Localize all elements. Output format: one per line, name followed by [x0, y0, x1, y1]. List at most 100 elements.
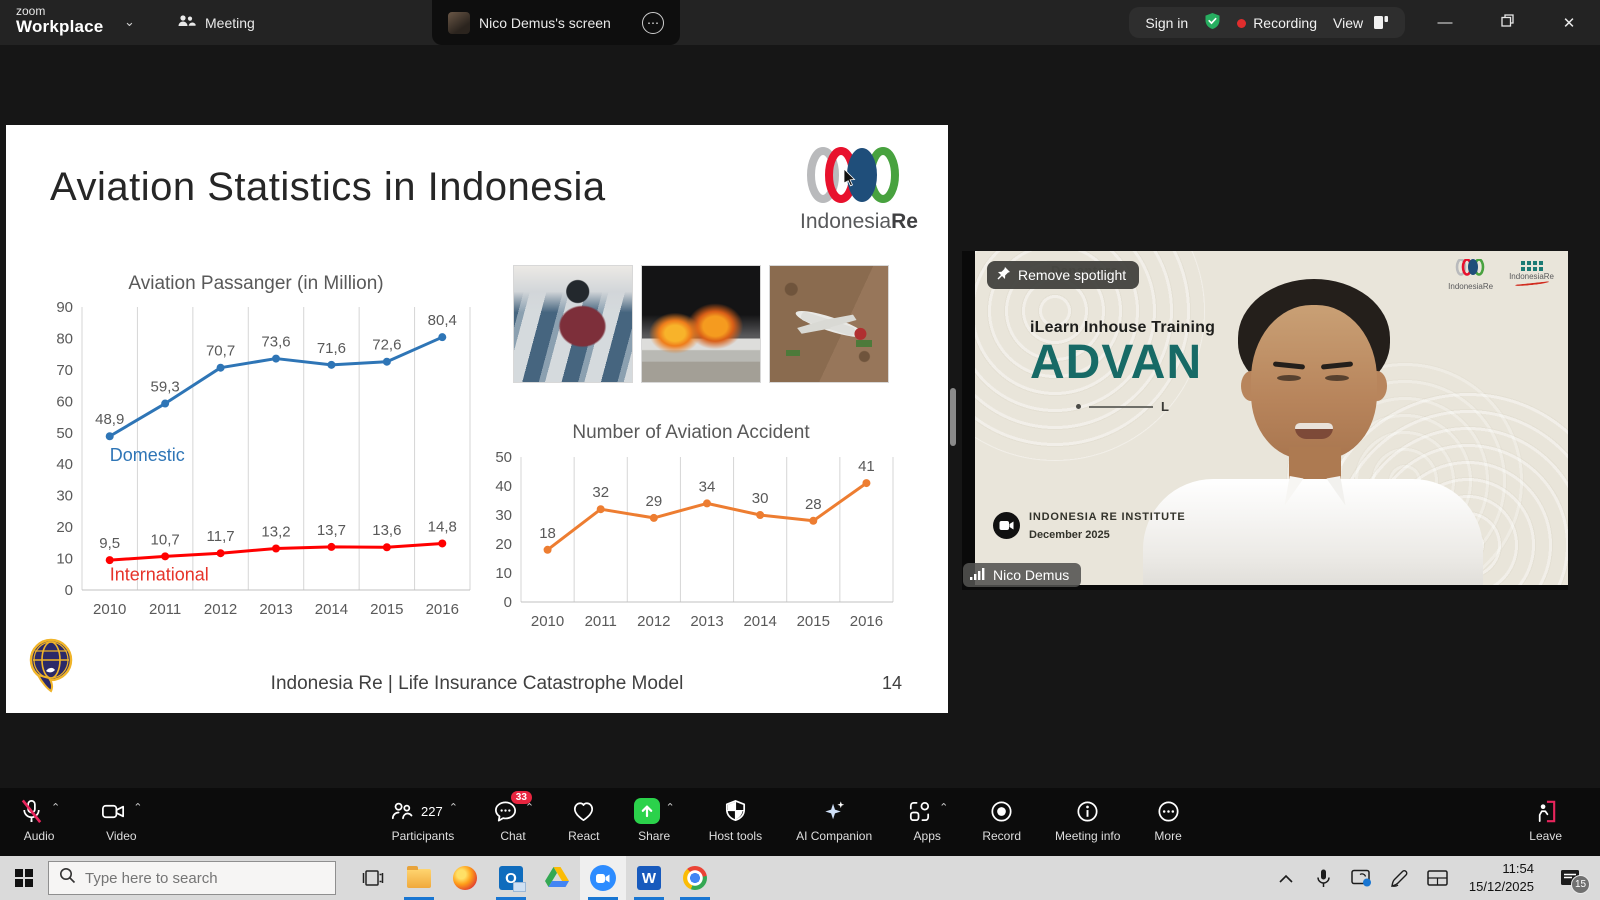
tray-screenshare-icon[interactable] — [1345, 856, 1379, 900]
chat-chevron-icon[interactable]: ⌃ — [525, 801, 534, 814]
window-controls: — ✕ — [1414, 0, 1600, 45]
participant-name: Nico Demus — [993, 567, 1069, 583]
taskbar-word[interactable]: W — [626, 856, 672, 900]
participants-button[interactable]: 227 ⌃ Participants — [388, 796, 458, 843]
chat-button[interactable]: 33 ⌃ Chat — [492, 796, 534, 843]
remove-spotlight-button[interactable]: Remove spotlight — [987, 261, 1139, 289]
scrollbar-handle[interactable] — [950, 388, 956, 446]
dots-grid-icon — [1521, 261, 1543, 271]
svg-text:30: 30 — [495, 507, 512, 524]
svg-text:50: 50 — [56, 425, 73, 442]
participants-chevron-icon[interactable]: ⌃ — [449, 801, 458, 814]
svg-text:71,6: 71,6 — [317, 340, 346, 357]
notification-center-button[interactable]: 15 — [1548, 856, 1592, 900]
sign-in-link[interactable]: Sign in — [1145, 15, 1188, 31]
participants-count: 227 — [421, 804, 443, 819]
svg-text:59,3: 59,3 — [151, 379, 180, 396]
svg-text:40: 40 — [495, 478, 512, 495]
record-button[interactable]: Record — [982, 796, 1021, 843]
tray-microphone-icon[interactable] — [1307, 856, 1341, 900]
firefox-icon — [453, 866, 477, 890]
workspace-dropdown-chevron-icon[interactable]: ⌄ — [124, 14, 135, 30]
close-button[interactable]: ✕ — [1538, 0, 1600, 45]
svg-text:2014: 2014 — [315, 601, 348, 618]
ai-companion-label: AI Companion — [796, 829, 872, 843]
institute-caption: INDONESIA RE INSTITUTE December 2025 — [993, 507, 1186, 543]
view-button[interactable]: View — [1333, 15, 1389, 31]
svg-text:30: 30 — [56, 488, 73, 505]
svg-text:70: 70 — [56, 362, 73, 379]
tab-shared-screen[interactable]: Nico Demus's screen ⋯ — [432, 0, 680, 45]
security-shield-icon[interactable] — [1204, 12, 1221, 33]
taskbar-chrome[interactable] — [672, 856, 718, 900]
tray-touch-keyboard-icon[interactable] — [1421, 856, 1455, 900]
passenger-chart-title: Aviation Passanger (in Million) — [36, 273, 476, 295]
apps-button[interactable]: ⌃ Apps — [906, 796, 948, 843]
accident-chart-title: Number of Aviation Accident — [481, 422, 901, 444]
recording-label: Recording — [1253, 15, 1317, 31]
react-label: React — [568, 829, 599, 843]
participants-icon — [388, 798, 415, 825]
start-button[interactable] — [0, 856, 48, 900]
svg-text:48,9: 48,9 — [95, 411, 124, 428]
svg-text:80: 80 — [56, 330, 73, 347]
tab-options-ellipsis-icon[interactable]: ⋯ — [642, 12, 664, 34]
chrome-icon — [683, 866, 707, 890]
meeting-info-button[interactable]: Meeting info — [1055, 796, 1120, 843]
audio-button[interactable]: ⌃ Audio — [18, 796, 60, 843]
taskbar-clock[interactable]: 11:54 15/12/2025 — [1459, 856, 1544, 900]
react-button[interactable]: React — [568, 796, 599, 843]
svg-text:13,7: 13,7 — [317, 522, 346, 539]
tray-chevron-icon[interactable] — [1269, 856, 1303, 900]
video-button[interactable]: ⌃ Video — [100, 796, 142, 843]
tab-screen-label: Nico Demus's screen — [479, 15, 611, 31]
svg-text:28: 28 — [805, 496, 822, 513]
institute-name: INDONESIA RE INSTITUTE — [1029, 511, 1186, 523]
recording-indicator[interactable]: Recording — [1237, 15, 1317, 31]
title-bar: zoom Workplace ⌄ Meeting Nico Demus's sc… — [0, 0, 1600, 45]
svg-text:2015: 2015 — [370, 601, 403, 618]
tray-pen-icon[interactable] — [1383, 856, 1417, 900]
windows-logo-icon — [15, 869, 33, 887]
svg-text:40: 40 — [56, 456, 73, 473]
taskbar-google-drive[interactable] — [534, 856, 580, 900]
taskbar-zoom[interactable] — [580, 856, 626, 900]
share-chevron-icon[interactable]: ⌃ — [666, 801, 675, 814]
taskbar-firefox[interactable] — [442, 856, 488, 900]
spotlight-video-tile: Danantara IndonesiaRe IndonesiaRe — [962, 251, 1568, 590]
search-icon — [59, 867, 76, 889]
apps-chevron-icon[interactable]: ⌃ — [939, 801, 948, 814]
view-label: View — [1333, 15, 1363, 31]
more-ellipsis-icon — [1155, 798, 1182, 825]
taskbar-file-explorer[interactable] — [396, 856, 442, 900]
tab-meeting[interactable]: Meeting — [160, 0, 271, 45]
taskbar-search[interactable] — [48, 861, 336, 895]
minimize-button[interactable]: — — [1414, 0, 1476, 45]
accident-line-chart: 0102030405020102011201220132014201520161… — [481, 447, 901, 632]
search-input[interactable] — [85, 870, 305, 887]
video-options-chevron-icon[interactable]: ⌃ — [133, 801, 142, 814]
leave-button[interactable]: Leave — [1529, 796, 1562, 843]
svg-text:72,6: 72,6 — [372, 337, 401, 354]
photo-burning-airplane — [641, 265, 761, 383]
maximize-button[interactable] — [1476, 0, 1538, 45]
chat-label: Chat — [500, 829, 525, 843]
institute-logo-text: IndonesiaRe — [1509, 272, 1554, 281]
taskbar-outlook[interactable]: O — [488, 856, 534, 900]
host-tools-button[interactable]: Host tools — [709, 796, 762, 843]
zoom-workplace-logo: zoom Workplace — [16, 5, 103, 35]
svg-text:14,8: 14,8 — [428, 518, 457, 535]
system-tray: 11:54 15/12/2025 15 — [1269, 856, 1600, 900]
leave-door-icon — [1532, 798, 1559, 825]
shirt-collar — [1281, 477, 1349, 511]
audio-options-chevron-icon[interactable]: ⌃ — [51, 801, 60, 814]
task-view-button[interactable] — [350, 856, 396, 900]
share-button[interactable]: ⌃ Share — [634, 796, 675, 843]
more-button[interactable]: More — [1154, 796, 1181, 843]
apps-icon — [906, 798, 933, 825]
apps-label: Apps — [914, 829, 941, 843]
svg-text:41: 41 — [858, 458, 875, 475]
file-explorer-icon — [407, 869, 431, 888]
ai-companion-button[interactable]: AI Companion — [796, 796, 872, 843]
meeting-status-bar: Sign in Recording View — [1129, 7, 1405, 38]
